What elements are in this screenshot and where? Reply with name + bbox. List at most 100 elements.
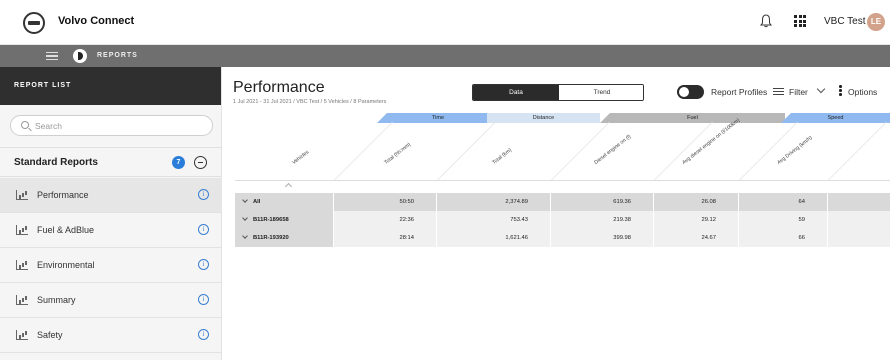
app-title[interactable]: Volvo Connect <box>58 15 134 27</box>
row-name: B11R-193920 <box>253 235 289 241</box>
tab-data[interactable]: Data <box>473 85 559 100</box>
search-input[interactable]: Search <box>10 115 213 136</box>
filter-button[interactable]: Filter <box>789 87 808 97</box>
table-cell: 59 <box>739 211 827 229</box>
nav-bar: REPORTS <box>0 45 890 67</box>
column-divider <box>551 122 610 180</box>
sidebar: REPORT LIST Search Standard Reports 7 Pe… <box>0 67 222 360</box>
view-toggle: Data Trend <box>472 84 644 101</box>
expand-chevron-icon[interactable] <box>242 215 248 221</box>
info-icon[interactable]: i <box>198 224 209 235</box>
sidebar-item-label: Fuel & AdBlue <box>37 225 95 235</box>
sidebar-item-fuel-adblue[interactable]: Fuel & AdBlue i <box>0 213 222 248</box>
chart-icon <box>16 190 28 200</box>
row-name: All <box>253 199 261 205</box>
sidebar-item-environmental[interactable]: Environmental i <box>0 248 222 283</box>
row-name: B11R-189658 <box>253 217 289 223</box>
column-header-total-time[interactable]: Total (hh:mm) <box>383 142 412 166</box>
page-subtitle: 1 Jul 2021 - 31 Jul 2021 / VBC Test / 5 … <box>233 99 387 105</box>
filter-sliders-icon[interactable] <box>773 87 784 96</box>
search-placeholder: Search <box>35 121 62 131</box>
table-cell: 219.38 <box>551 211 653 229</box>
column-divider <box>437 122 496 180</box>
sidebar-item-label: Performance <box>37 190 89 200</box>
table-cell: 28:14 <box>334 229 436 247</box>
expand-chevron-icon[interactable] <box>242 197 248 203</box>
sidebar-item-label: Safety <box>37 330 63 340</box>
avatar[interactable]: LE <box>867 13 885 31</box>
page-title: Performance <box>233 79 325 96</box>
volvo-logo-icon[interactable] <box>23 12 45 34</box>
menu-icon[interactable] <box>46 52 58 60</box>
column-header-diesel-engine-on[interactable]: Diesel engine on (l) <box>593 134 632 166</box>
table-cell: 26.08 <box>654 193 738 211</box>
band-time: Time <box>387 113 489 123</box>
chart-icon <box>16 295 28 305</box>
table-cell: 24.67 <box>654 229 738 247</box>
sidebar-header: REPORT LIST <box>0 67 221 105</box>
table-cell: 1,621.46 <box>437 229 550 247</box>
info-icon[interactable]: i <box>198 294 209 305</box>
table-cell-empty <box>828 193 890 211</box>
table-cell: 50:50 <box>334 193 436 211</box>
band-time-edge <box>377 113 387 123</box>
column-header-avg-diesel[interactable]: Avg diesel engine on (l/100km) <box>681 117 741 166</box>
row-name-cell[interactable]: B11R-189658 <box>235 211 333 229</box>
apps-grid-icon[interactable] <box>794 15 806 27</box>
sidebar-item-summary[interactable]: Summary i <box>0 283 222 318</box>
user-name[interactable]: VBC Test <box>824 16 866 27</box>
table-cell: 399.98 <box>551 229 653 247</box>
band-fuel: Fuel <box>600 113 785 123</box>
column-headers: Vehicles Total (hh:mm) Total (km) Diesel… <box>235 117 890 181</box>
table-row[interactable]: B11R-193920 28:14 1,621.46 399.98 24.67 … <box>235 229 890 247</box>
chevron-down-icon[interactable] <box>816 84 826 94</box>
row-name-cell[interactable]: B11R-193920 <box>235 229 333 247</box>
table-cell: 29.12 <box>654 211 738 229</box>
sidebar-item-safety[interactable]: Safety i <box>0 318 222 353</box>
column-header-vehicles[interactable]: Vehicles <box>291 149 310 166</box>
table-cell-empty <box>828 211 890 229</box>
table-row[interactable]: All 50:50 2,374.89 619.36 26.08 64 <box>235 193 890 211</box>
bell-icon[interactable] <box>760 14 772 28</box>
sidebar-item-label: Summary <box>37 295 76 305</box>
chart-icon <box>16 225 28 235</box>
expand-chevron-icon[interactable] <box>242 233 248 239</box>
column-header-total-distance[interactable]: Total (km) <box>491 147 513 166</box>
report-profiles-label[interactable]: Report Profiles <box>711 87 767 97</box>
table-cell: 2,374.89 <box>437 193 550 211</box>
table-row[interactable]: B11R-189658 22:36 753.43 219.38 29.12 59 <box>235 211 890 229</box>
standard-reports-group[interactable]: Standard Reports 7 <box>0 147 222 177</box>
sort-row <box>235 181 890 193</box>
report-profiles-toggle[interactable] <box>677 85 704 99</box>
chart-icon <box>16 330 28 340</box>
sort-up-icon[interactable] <box>284 182 293 191</box>
sidebar-item-performance[interactable]: Performance i <box>0 178 222 213</box>
table-cell: 66 <box>739 229 827 247</box>
nav-section-title[interactable]: REPORTS <box>97 52 138 59</box>
chart-icon <box>16 260 28 270</box>
reports-icon <box>73 49 87 63</box>
info-icon[interactable]: i <box>198 259 209 270</box>
band-distance: Distance <box>487 113 600 123</box>
collapse-button[interactable] <box>194 156 207 169</box>
column-header-avg-driving[interactable]: Avg Driving (km/h) <box>776 135 813 166</box>
group-title: Standard Reports <box>14 157 98 168</box>
info-icon[interactable]: i <box>198 329 209 340</box>
kebab-menu-icon[interactable] <box>839 85 842 97</box>
info-icon[interactable]: i <box>198 189 209 200</box>
options-button[interactable]: Options <box>848 87 877 97</box>
table-cell: 64 <box>739 193 827 211</box>
column-divider <box>828 122 887 180</box>
column-divider <box>334 122 393 180</box>
report-main: Performance 1 Jul 2021 - 31 Jul 2021 / V… <box>222 67 890 360</box>
top-bar: Volvo Connect VBC Test LE <box>0 0 890 45</box>
sidebar-item-label: Environmental <box>37 260 95 270</box>
search-icon <box>21 121 29 129</box>
report-table: All 50:50 2,374.89 619.36 26.08 64 B11R-… <box>235 181 890 247</box>
table-cell-empty <box>828 229 890 247</box>
count-badge: 7 <box>172 156 185 169</box>
table-cell: 22:36 <box>334 211 436 229</box>
column-group-bands: Time Distance Fuel Speed <box>337 113 890 123</box>
row-name-cell[interactable]: All <box>235 193 333 211</box>
tab-trend[interactable]: Trend <box>559 85 643 100</box>
